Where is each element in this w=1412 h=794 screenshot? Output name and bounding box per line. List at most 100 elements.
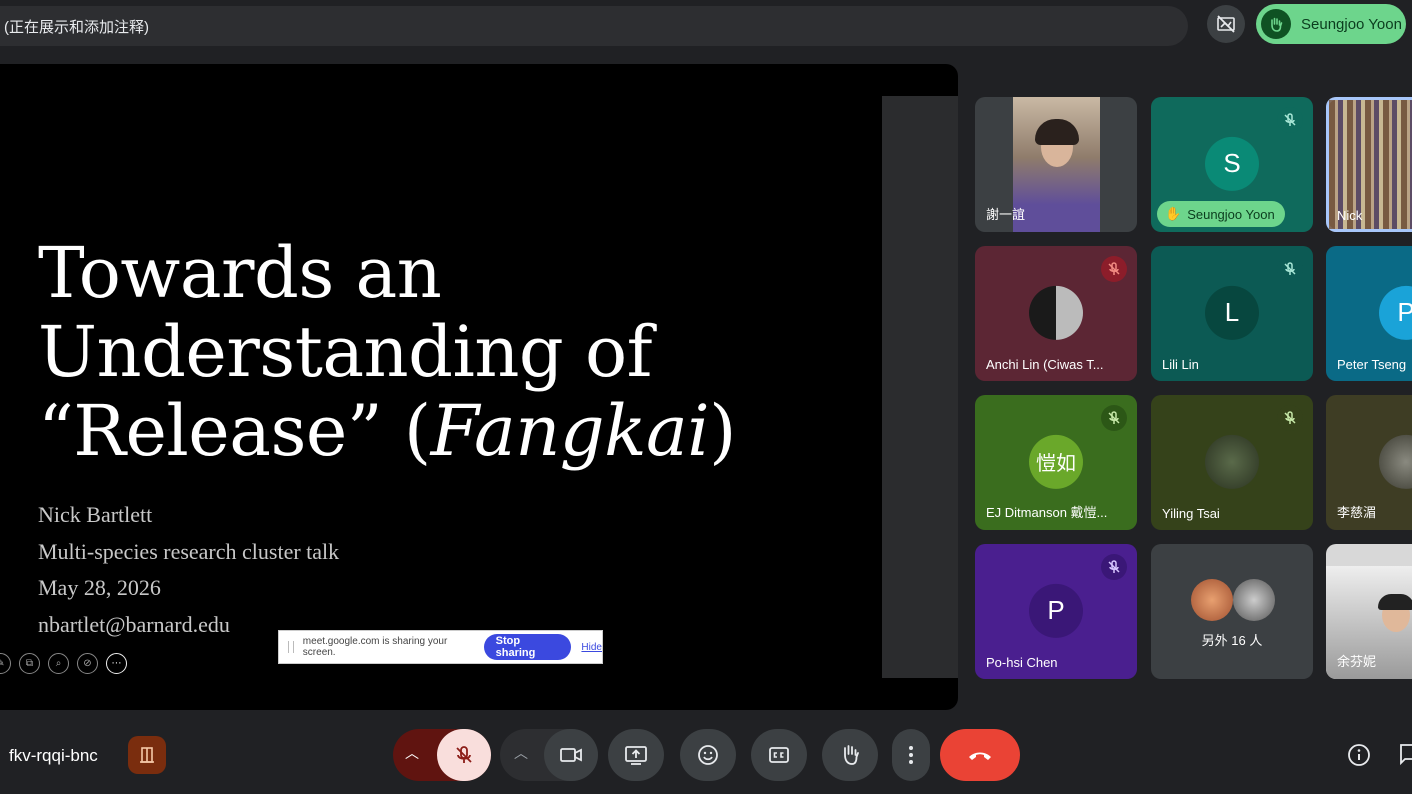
avatar: P	[1379, 285, 1412, 340]
avatar	[1205, 434, 1259, 489]
copy-icon[interactable]: ⧉	[19, 653, 40, 674]
slide-title-line-3-suffix: )	[709, 390, 736, 472]
mic-off-icon	[1101, 554, 1127, 580]
screen-share-notice: meet.google.com is sharing your screen. …	[278, 630, 603, 664]
hide-annotations-button[interactable]	[1207, 5, 1245, 43]
more-options-button[interactable]	[892, 729, 930, 781]
slide-title: Towards an Understanding of “Release” (F…	[38, 234, 736, 471]
slide-title-line-3-prefix: “Release” (	[38, 390, 431, 472]
mic-off-icon	[1277, 256, 1303, 282]
meeting-details-button[interactable]	[1344, 740, 1374, 770]
mic-off-icon	[456, 746, 472, 763]
camera-icon	[560, 748, 582, 762]
more-icon[interactable]: ⋯	[106, 653, 127, 674]
participant-name: Lili Lin	[1162, 357, 1199, 372]
slide-title-italic: Fangkai	[430, 390, 710, 472]
captions-icon	[769, 747, 789, 763]
slide-meta: Nick Bartlett Multi-species research clu…	[38, 497, 339, 643]
raised-hand-notification[interactable]: Seungjoo Yoon	[1256, 4, 1406, 44]
hide-notice-link[interactable]: Hide	[581, 642, 602, 653]
chat-icon	[1400, 744, 1412, 766]
participant-name: Yiling Tsai	[1162, 506, 1220, 521]
participant-tile[interactable]: 謝一誼	[975, 97, 1137, 232]
meeting-controls: fkv-rqqi-bnc ︿ ︿	[0, 710, 1412, 794]
pen-icon[interactable]: ✎	[0, 653, 11, 674]
more-participants-tile[interactable]: 另外 16 人	[1151, 544, 1313, 679]
raised-hand-icon: ✋	[1165, 206, 1182, 221]
participant-name: 謝一誼	[986, 207, 1026, 222]
participant-name: EJ Ditmanson 戴愷...	[986, 505, 1108, 520]
camera-options-chevron-icon[interactable]: ︿	[514, 743, 528, 763]
participant-tile[interactable]: P Peter Tseng	[1326, 246, 1412, 381]
participant-name: 李慈湄	[1337, 505, 1377, 520]
hand-icon	[844, 745, 859, 765]
participant-name: 余芬妮	[1337, 654, 1377, 669]
presentation-status-text: (正在展示和添加注释)	[4, 18, 149, 36]
participant-name: Peter Tseng	[1337, 357, 1407, 372]
avatar: 愷如	[1029, 434, 1083, 489]
present-screen-button[interactable]	[608, 729, 664, 781]
present-icon	[625, 746, 647, 765]
door-icon	[140, 747, 154, 763]
more-vert-icon	[909, 746, 913, 764]
chat-button[interactable]	[1398, 742, 1412, 768]
participant-tile[interactable]: 李慈湄	[1326, 395, 1412, 530]
mic-off-icon	[1101, 405, 1127, 431]
breakout-room-button[interactable]	[128, 736, 166, 774]
participant-name: Nick	[1337, 208, 1363, 223]
slide-author: Nick Bartlett	[38, 502, 153, 527]
avatar: P	[1029, 583, 1083, 638]
avatar	[1233, 579, 1275, 621]
captions-button[interactable]	[751, 729, 807, 781]
participant-tile[interactable]: Yiling Tsai	[1151, 395, 1313, 530]
participant-tile[interactable]: L Lili Lin	[1151, 246, 1313, 381]
participant-tile[interactable]: S ✋ Seungjoo Yoon	[1151, 97, 1313, 232]
reactions-button[interactable]	[680, 729, 736, 781]
drag-handle-icon[interactable]	[288, 641, 294, 653]
avatar	[1191, 579, 1233, 621]
stage-side-panel	[882, 96, 958, 678]
avatar	[1029, 285, 1083, 340]
participant-tile-active-speaker[interactable]: Nick	[1326, 97, 1412, 232]
annotation-off-icon	[1217, 15, 1235, 33]
participant-tile[interactable]: Anchi Lin (Ciwas T...	[975, 246, 1137, 381]
hang-up-icon	[969, 752, 991, 760]
participant-tile[interactable]: P Po-hsi Chen	[975, 544, 1137, 679]
camera-control-group: ︿	[500, 729, 598, 781]
raise-hand-button[interactable]	[822, 729, 878, 781]
slide-date: May 28, 2026	[38, 575, 161, 601]
participant-tile[interactable]: 愷如 EJ Ditmanson 戴愷...	[975, 395, 1137, 530]
stop-sharing-button[interactable]: Stop sharing	[483, 634, 572, 660]
participant-name: Seungjoo Yoon	[1187, 206, 1275, 222]
avatar	[1379, 434, 1412, 489]
slide-event: Multi-species research cluster talk	[38, 538, 340, 564]
info-icon	[1348, 744, 1370, 766]
meeting-code: fkv-rqqi-bnc	[9, 746, 98, 765]
mic-off-icon	[1101, 256, 1127, 282]
raised-hand-icon	[1261, 9, 1291, 39]
camera-toggle-button[interactable]	[544, 729, 598, 781]
raised-hand-name: Seungjoo Yoon	[1301, 15, 1402, 33]
participant-tile[interactable]: 余芬妮	[1326, 544, 1412, 679]
presentation-stage: Towards an Understanding of “Release” (F…	[0, 64, 958, 710]
raised-hand-badge: ✋ Seungjoo Yoon	[1157, 201, 1285, 227]
emoji-icon	[698, 745, 718, 765]
more-participants-label: 另外 16 人	[1201, 633, 1263, 648]
mic-control-group: ︿	[393, 729, 491, 781]
share-notice-text: meet.google.com is sharing your screen.	[302, 636, 448, 658]
slide-title-line-1: Towards an	[38, 232, 442, 314]
slide-toolbar: ✎ ⧉ ⌕ ⊘ ⋯	[0, 653, 127, 674]
avatar: S	[1205, 136, 1259, 191]
mic-options-chevron-icon[interactable]: ︿	[405, 743, 419, 763]
participant-name: Po-hsi Chen	[986, 655, 1058, 670]
slide-title-line-2: Understanding of	[38, 311, 653, 393]
mic-toggle-button[interactable]	[437, 729, 491, 781]
mic-off-icon	[1277, 405, 1303, 431]
leave-call-button[interactable]	[940, 729, 1020, 781]
slide-off-icon[interactable]: ⊘	[77, 653, 98, 674]
zoom-icon[interactable]: ⌕	[48, 653, 69, 674]
participant-name: Anchi Lin (Ciwas T...	[986, 357, 1104, 372]
avatar: L	[1205, 285, 1259, 340]
participant-video	[1013, 97, 1100, 232]
presentation-status-bar: (正在展示和添加注释)	[0, 6, 1188, 46]
